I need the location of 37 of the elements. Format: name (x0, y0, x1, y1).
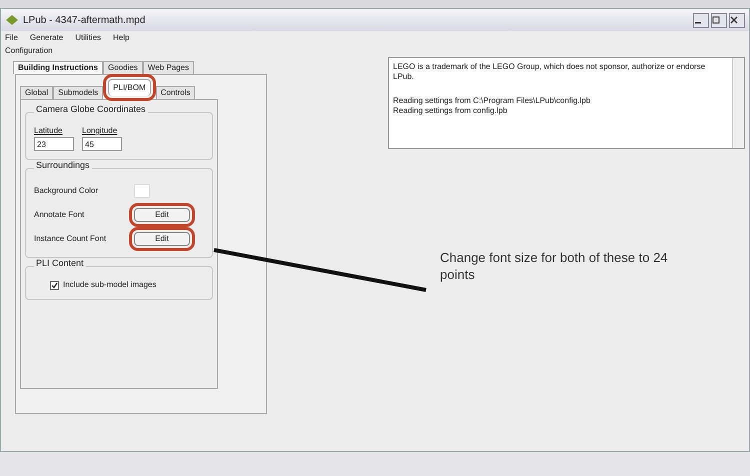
setting-label: Instance Count Font (34, 233, 108, 245)
tab[interactable]: Goodies (103, 61, 143, 74)
checkbox[interactable] (50, 280, 59, 290)
group-title: PLI Content (34, 259, 86, 268)
close-icon (730, 16, 738, 24)
subtab[interactable]: Global (20, 86, 54, 99)
setting-label: Background Color (34, 185, 100, 197)
check-icon (51, 282, 58, 288)
field-label: Latitude (34, 125, 64, 137)
checkbox-label: Include sub-model images (63, 279, 156, 291)
field-label: Longitude (82, 125, 118, 137)
setting-label: Annotate Font (34, 209, 86, 221)
group-title: Surroundings (34, 161, 92, 170)
log-line: Reading settings from C:\Program Files\LPub\config.lpb (393, 96, 592, 106)
app-logo-icon (5, 14, 19, 26)
input-field[interactable]: 45 (82, 137, 122, 151)
group-title: Camera Globe Coordinates (34, 105, 148, 114)
menu-item[interactable]: File (5, 32, 18, 44)
menu-item[interactable]: Help (113, 32, 130, 44)
window-title: LPub - 4347-aftermath.mpd (23, 14, 146, 28)
callout-text: Change font size for both of these to 24 points (440, 249, 669, 283)
maximize-icon (712, 16, 720, 24)
scrollbar[interactable] (732, 58, 744, 148)
close-button[interactable] (729, 12, 745, 28)
maximize-button[interactable] (711, 12, 727, 28)
input-field[interactable]: 23 (34, 137, 74, 151)
color-swatch[interactable] (134, 184, 150, 198)
menu-item[interactable]: Generate (30, 32, 64, 44)
minimize-button[interactable] (693, 12, 709, 28)
subtab[interactable]: Controls (156, 86, 196, 99)
log-line: LEGO is a trademark of the LEGO Group, which does not sponsor, authorize or endorse LPub. (393, 62, 706, 82)
tab[interactable]: Building Instructions (13, 61, 103, 74)
log-line: Reading settings from config.lpb (393, 106, 508, 116)
subtab[interactable]: Submodels (53, 86, 104, 99)
tab[interactable]: Web Pages (142, 61, 194, 74)
panel-label: Configuration (5, 45, 54, 57)
menu-item[interactable]: Utilities (75, 32, 102, 44)
